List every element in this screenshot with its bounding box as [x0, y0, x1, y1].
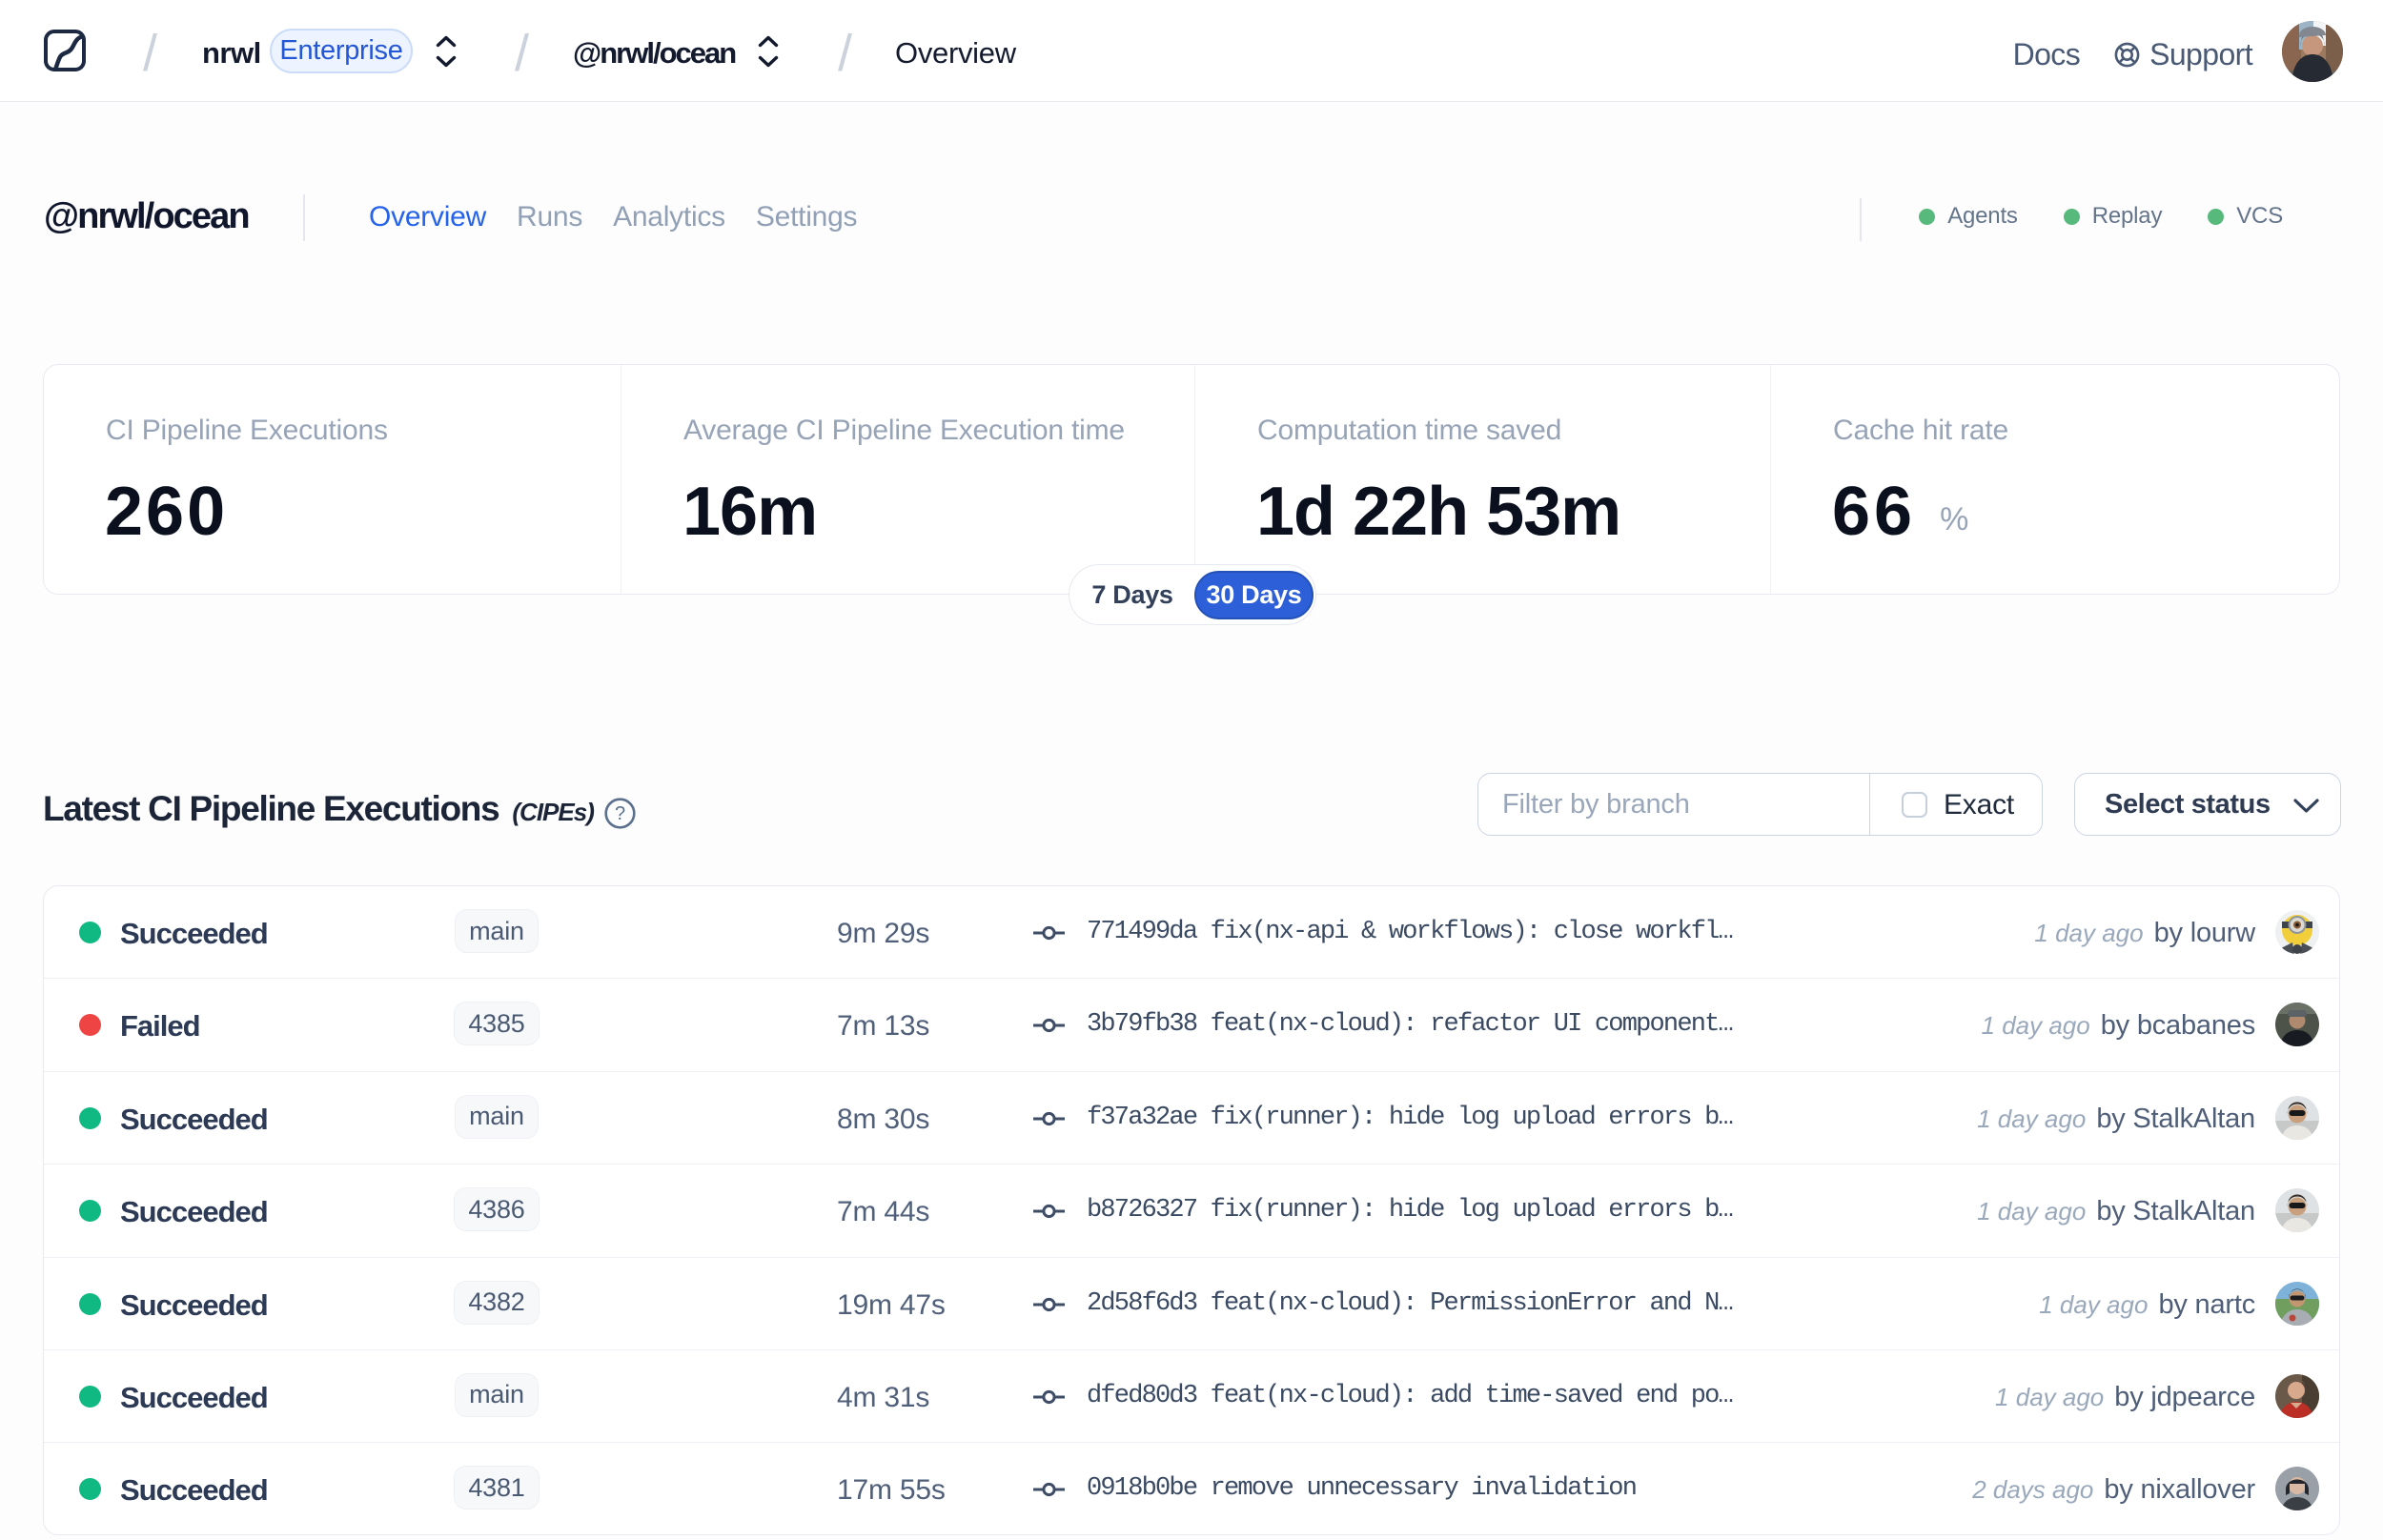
svg-text:?: ?: [615, 803, 625, 824]
